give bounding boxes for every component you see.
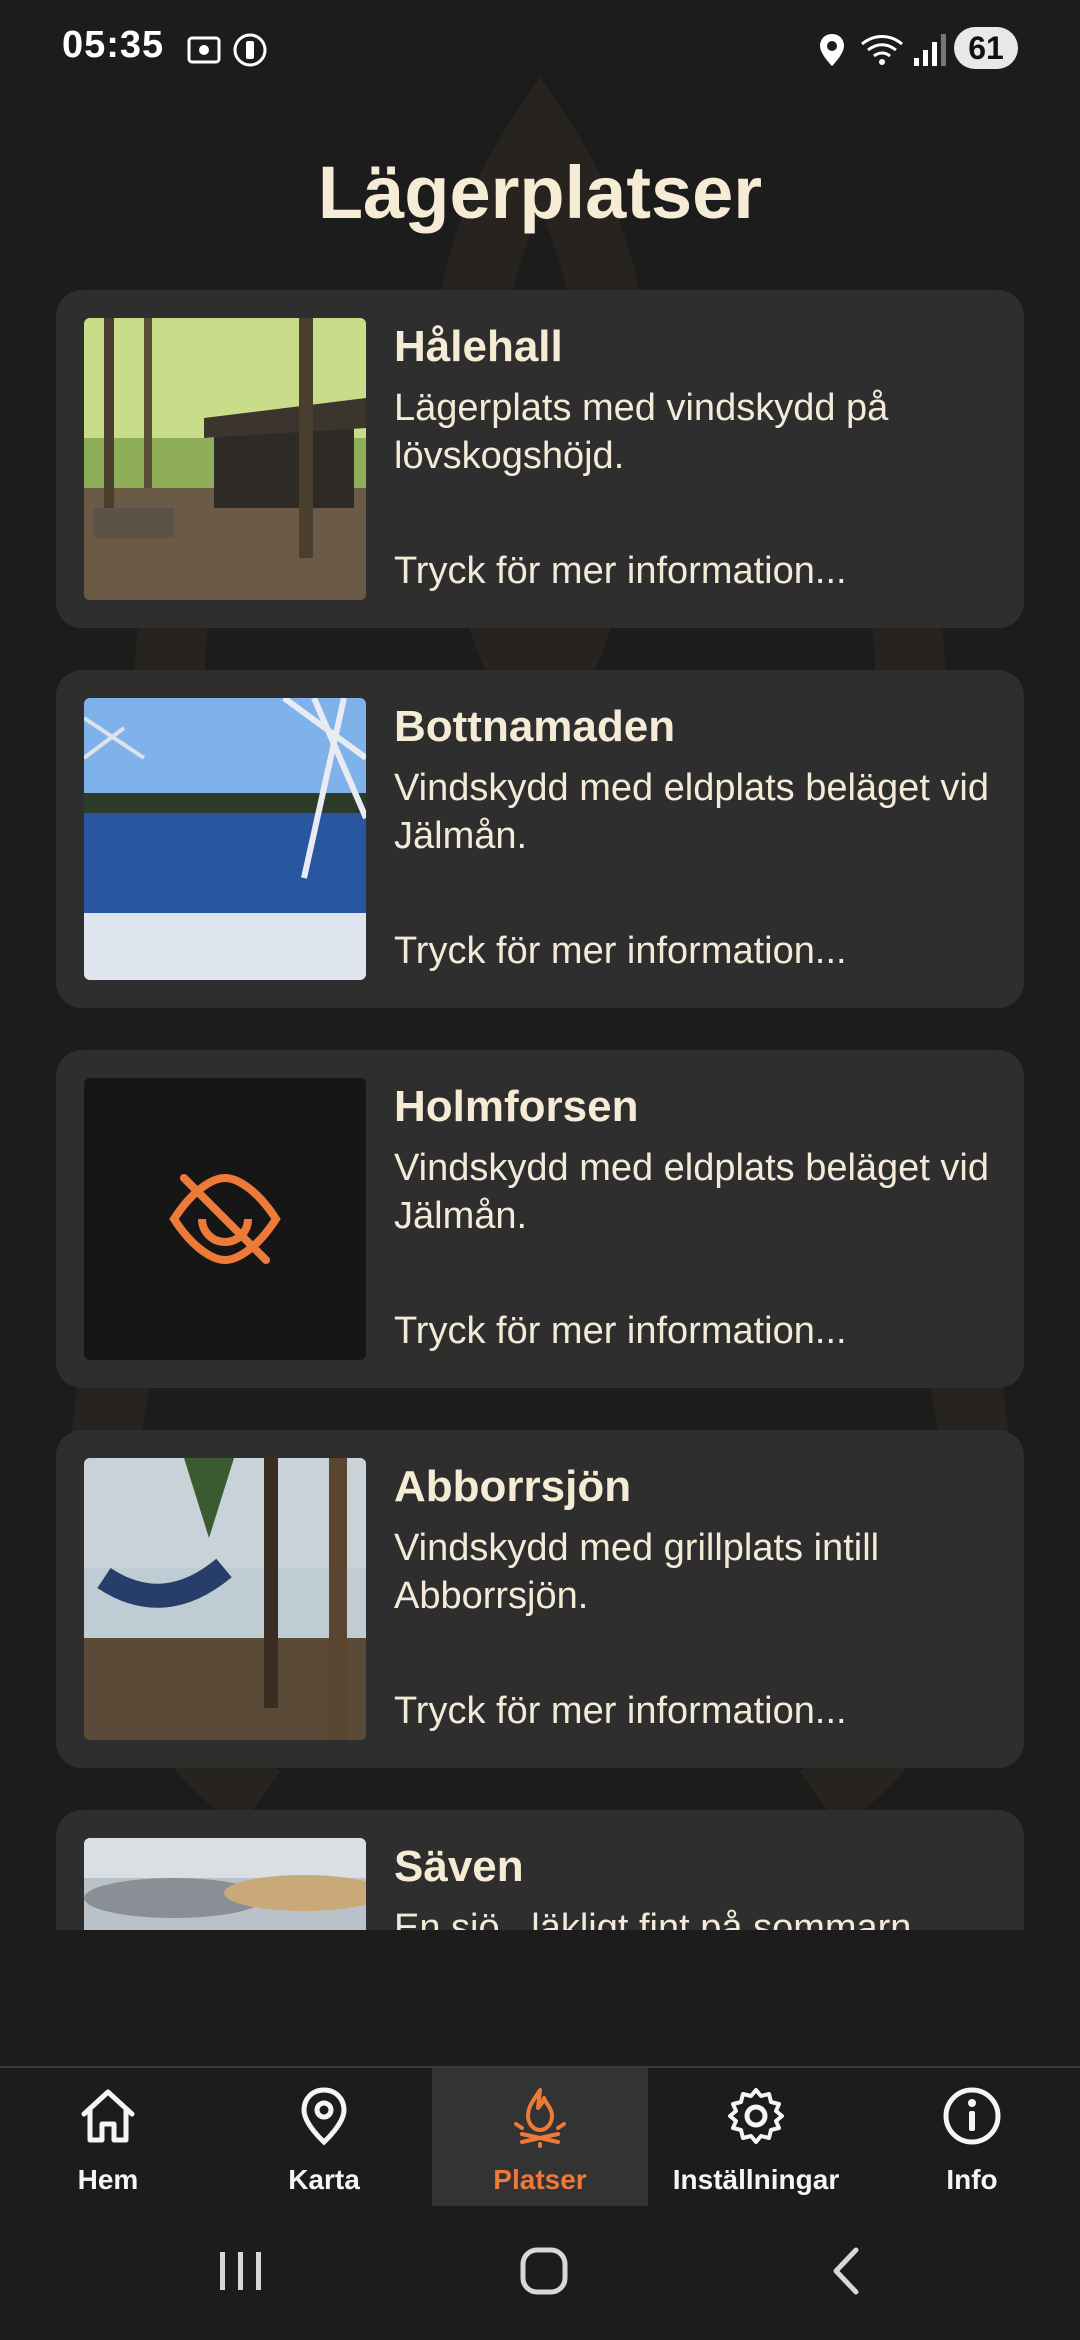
nav-label: Platser (493, 2164, 587, 2195)
campsite-description: Vindskydd med eldplats beläget vid Jälmå… (394, 1147, 990, 1237)
more-info-link[interactable]: Tryck för mer information... (394, 550, 847, 593)
campsite-list[interactable]: Hålehall Lägerplats med vindskydd på löv… (0, 290, 1080, 1930)
wifi-icon (861, 35, 903, 65)
more-info-link[interactable]: Tryck för mer information... (394, 930, 847, 973)
battery-indicator: 61 (954, 27, 1018, 69)
nav-label: Inställningar (672, 2164, 840, 2195)
campsite-title: Abborrsjön (394, 1462, 632, 1511)
campsite-card-halehall[interactable]: Hålehall Lägerplats med vindskydd på löv… (56, 290, 1024, 628)
campsite-card-abborrsjon[interactable]: Abborrsjön Vindskydd med grillplats inti… (56, 1430, 1024, 1768)
status-bar: 05:35 61 (0, 0, 1080, 100)
page-title: Lägerplatser (317, 151, 763, 234)
campfire-icon (514, 2088, 566, 2148)
nav-item-karta[interactable]: Karta (216, 2068, 432, 2206)
campsite-description: Vindskydd med eldplats beläget vid Jälmå… (394, 767, 990, 857)
vpn-icon (233, 33, 267, 67)
campsite-photo (84, 1458, 366, 1740)
campsite-photo (84, 698, 366, 980)
system-navigation-bar (0, 2206, 1080, 2340)
bottom-navigation: Hem Karta Platser Inställningar Info (0, 2066, 1080, 2208)
nav-item-info[interactable]: Info (864, 2068, 1080, 2206)
nav-item-platser[interactable]: Platser (432, 2068, 648, 2206)
location-icon (820, 34, 844, 66)
nav-label: Info (946, 2164, 998, 2195)
home-icon (81, 2089, 135, 2143)
nav-label: Karta (288, 2164, 360, 2195)
campsite-description: Lägerplats med vindskydd på lövskogshöjd… (394, 387, 889, 477)
nav-item-hem[interactable]: Hem (0, 2068, 216, 2206)
campsite-card-bottnamaden[interactable]: Bottnamaden Vindskydd med eldplats beläg… (56, 670, 1024, 1008)
campsite-card-holmforsen[interactable]: Holmforsen Vindskydd med eldplats beläge… (56, 1050, 1024, 1388)
more-info-link[interactable]: Tryck för mer information... (394, 1310, 847, 1353)
status-time: 05:35 (62, 24, 165, 66)
back-button[interactable] (812, 2236, 882, 2306)
eye-off-icon (169, 1173, 281, 1265)
campsite-card-saven[interactable]: Säven En sjö , läkligt fint på sommarn. (56, 1810, 1024, 1930)
nav-label: Hem (77, 2164, 139, 2195)
signal-icon (914, 34, 946, 66)
gear-icon (728, 2088, 784, 2144)
campsite-title: Holmforsen (394, 1082, 639, 1131)
info-icon (943, 2087, 1001, 2145)
campsite-photo (84, 318, 366, 600)
screenshot-icon (187, 36, 221, 64)
nav-item-installningar[interactable]: Inställningar (648, 2068, 864, 2206)
campsite-title: Säven (394, 1842, 524, 1891)
recents-button[interactable] (206, 2236, 276, 2306)
image-placeholder (84, 1078, 366, 1360)
campsite-title: Hålehall (394, 322, 563, 371)
campsite-description: Vindskydd med grillplats intill Abborrsj… (394, 1527, 880, 1617)
map-pin-icon (301, 2087, 347, 2146)
campsite-title: Bottnamaden (394, 702, 676, 751)
home-button[interactable] (509, 2236, 579, 2306)
campsite-description: En sjö , läkligt fint på sommarn. (394, 1907, 922, 1930)
campsite-photo (84, 1838, 366, 1930)
more-info-link[interactable]: Tryck för mer information... (394, 1690, 847, 1733)
